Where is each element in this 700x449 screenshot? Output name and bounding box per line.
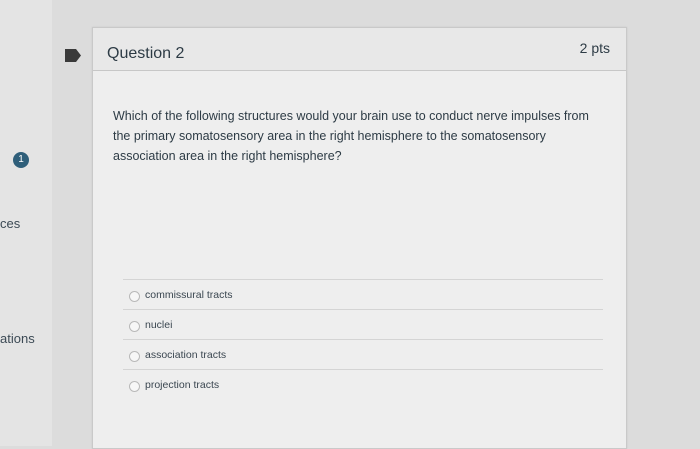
sidebar-item-fragment-1[interactable]: ces <box>0 216 20 231</box>
radio-button[interactable] <box>129 321 140 332</box>
radio-button[interactable] <box>129 291 140 302</box>
question-points: 2 pts <box>579 40 610 56</box>
sidebar-notification-badge[interactable]: 1 <box>13 152 29 168</box>
question-text: Which of the following structures would … <box>113 109 589 163</box>
answer-option[interactable]: projection tracts <box>123 369 603 399</box>
question-title: Question 2 <box>107 45 185 62</box>
answer-label[interactable]: association tracts <box>145 349 226 361</box>
answer-list: commissural tracts nuclei association tr… <box>123 279 603 399</box>
flag-question-icon[interactable] <box>65 49 81 62</box>
answer-option[interactable]: association tracts <box>123 339 603 369</box>
question-card: Question 2 2 pts Which of the following … <box>92 27 627 449</box>
answer-option[interactable]: commissural tracts <box>123 279 603 309</box>
radio-button[interactable] <box>129 381 140 392</box>
radio-button[interactable] <box>129 351 140 362</box>
answer-label[interactable]: nuclei <box>145 319 172 331</box>
sidebar: 1 ces ations <box>0 0 52 446</box>
question-header: Question 2 2 pts <box>93 28 626 71</box>
answer-label[interactable]: commissural tracts <box>145 289 233 301</box>
answer-label[interactable]: projection tracts <box>145 379 219 391</box>
answer-option[interactable]: nuclei <box>123 309 603 339</box>
sidebar-item-fragment-2[interactable]: ations <box>0 331 35 346</box>
